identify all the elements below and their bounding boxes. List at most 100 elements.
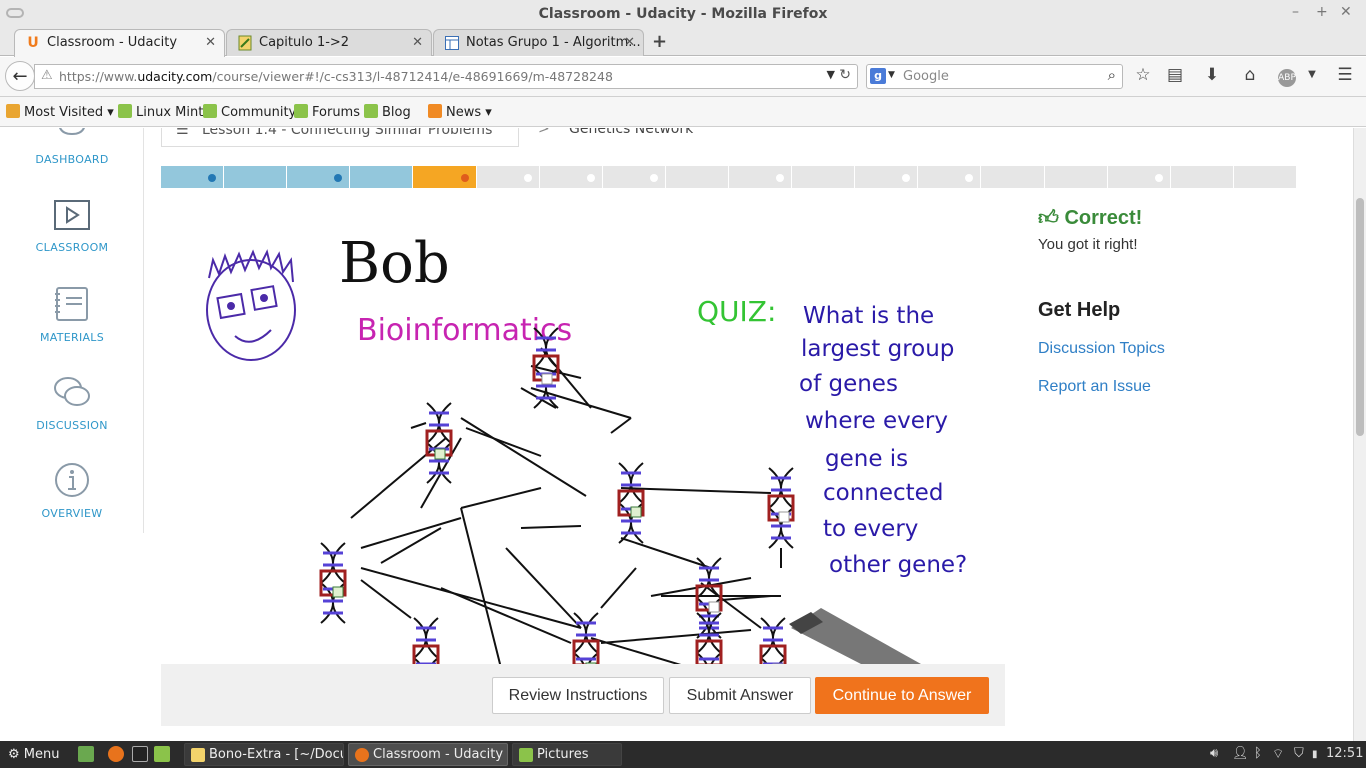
reload-icon[interactable]: ↻ (839, 67, 851, 83)
bluetooth-icon[interactable]: ᛒ (1254, 746, 1262, 761)
os-taskbar: ⚙ Menu Bono-Extra - [~/Docu... Classroom… (0, 741, 1366, 768)
hamburger-menu-icon[interactable]: ☰ (1334, 65, 1356, 85)
warning-triangle-icon[interactable]: ⚠ (41, 68, 53, 83)
files-icon[interactable] (154, 746, 170, 762)
progress-segment[interactable] (161, 166, 225, 188)
bookmark-label: Most Visited (24, 105, 104, 120)
bookmark-star-icon[interactable]: ☆ (1132, 65, 1154, 85)
minimize-button[interactable]: – (1292, 4, 1299, 20)
clock[interactable]: 12:51 (1326, 746, 1363, 761)
gene-node (695, 557, 723, 639)
nav-discussion[interactable]: DISCUSSION (0, 374, 144, 432)
shield-icon[interactable]: ⛉ (1294, 746, 1304, 761)
new-tab-button[interactable]: + (652, 31, 667, 52)
wifi-icon[interactable]: ⌔ (1272, 746, 1284, 762)
nav-materials[interactable]: MATERIALS (0, 286, 144, 344)
gene-node (767, 467, 795, 549)
quiz-question: What is the largest group of genes where… (799, 303, 967, 578)
progress-segment[interactable] (224, 166, 288, 188)
discussion-topics-link[interactable]: Discussion Topics (1038, 340, 1338, 358)
review-instructions-button[interactable]: Review Instructions (492, 677, 664, 714)
window-titlebar: Classroom - Udacity - Mozilla Firefox – … (0, 0, 1366, 28)
url-prefix: https://www. (59, 69, 138, 84)
bookmark-blog[interactable]: Blog (364, 104, 411, 120)
tab-capitulo[interactable]: Capitulo 1->2 ✕ (226, 29, 432, 56)
list-icon: ☰ (176, 128, 189, 138)
close-tab-icon[interactable]: ✕ (624, 30, 635, 55)
report-issue-link[interactable]: Report an Issue (1038, 378, 1338, 396)
continue-to-answer-button[interactable]: Continue to Answer (815, 677, 989, 714)
start-menu-button[interactable]: ⚙ Menu (8, 747, 60, 762)
download-icon[interactable]: ⬇ (1201, 65, 1223, 85)
progress-segment[interactable] (539, 166, 603, 188)
correct-heading: 👍︎ Correct! (1038, 206, 1338, 230)
scrollbar-thumb[interactable] (1356, 198, 1364, 436)
page-content: DASHBOARD CLASSROOM MATERIALS DISCUSSION… (0, 128, 1353, 741)
bookmark-label: News (446, 105, 482, 120)
progress-segment[interactable] (855, 166, 919, 188)
back-button[interactable]: ← (5, 61, 35, 91)
nav-overview[interactable]: OVERVIEW (0, 462, 144, 520)
progress-segment[interactable] (413, 166, 477, 188)
bookmarks-toolbar: Most Visited ▾ Linux Mint Community Foru… (0, 97, 1366, 127)
search-placeholder: Google (903, 69, 949, 84)
progress-segment[interactable] (1170, 166, 1234, 188)
close-tab-icon[interactable]: ✕ (205, 30, 216, 55)
taskbar-window-pictures[interactable]: Pictures (512, 743, 622, 766)
close-tab-icon[interactable]: ✕ (412, 30, 423, 55)
battery-icon[interactable]: ▮ (1312, 749, 1318, 760)
nav-label: OVERVIEW (41, 507, 103, 520)
home-icon[interactable]: ⌂ (1239, 65, 1261, 85)
progress-segment[interactable] (287, 166, 351, 188)
bookmark-forums[interactable]: Forums (294, 104, 360, 120)
firefox-icon[interactable] (108, 746, 124, 762)
video-whiteboard[interactable]: Bob Bioinformatics QUIZ: What is the lar… (161, 188, 1005, 699)
progress-segment[interactable] (918, 166, 982, 188)
tab-notas-grupo[interactable]: Notas Grupo 1 - Algoritm... ✕ (433, 29, 644, 56)
page-scrollbar[interactable] (1353, 128, 1366, 741)
bookmark-most-visited[interactable]: Most Visited ▾ (6, 104, 114, 120)
correct-message: You got it right! (1038, 236, 1138, 253)
bookmark-news[interactable]: News ▾ (428, 104, 492, 120)
progress-segment[interactable] (476, 166, 540, 188)
search-icon[interactable]: ⌕ (1108, 66, 1116, 84)
url-text[interactable]: https://www.udacity.com/course/viewer#!/… (59, 69, 613, 84)
taskbar-window-bono-extra[interactable]: Bono-Extra - [~/Docu... (184, 743, 344, 766)
maximize-button[interactable]: + (1316, 4, 1328, 20)
google-icon[interactable]: g (870, 68, 886, 84)
lesson-selector[interactable]: ☰ Lesson 1.4 - Connecting Similar Proble… (161, 128, 519, 147)
progress-segment[interactable] (1044, 166, 1108, 188)
progress-segment[interactable] (981, 166, 1045, 188)
user-icon[interactable]: 👤︎ (1232, 746, 1249, 761)
volume-icon[interactable]: 🔊︎ (1210, 746, 1218, 761)
taskbar-window-label: Pictures (537, 747, 589, 762)
terminal-icon[interactable] (132, 746, 148, 762)
answer-actions: Review Instructions Submit Answer Contin… (161, 664, 1005, 726)
search-engine-dropdown-icon[interactable]: ▼ (888, 70, 895, 80)
submit-answer-button[interactable]: Submit Answer (669, 677, 811, 714)
progress-segment[interactable] (1233, 166, 1297, 188)
taskbar-window-classroom[interactable]: Classroom - Udacity -... (348, 743, 508, 766)
nav-classroom[interactable]: CLASSROOM (0, 200, 144, 254)
lesson-title: Lesson 1.4 - Connecting Similar Problems (202, 128, 493, 138)
progress-segment[interactable] (728, 166, 793, 188)
progress-segment[interactable] (665, 166, 729, 188)
progress-segment[interactable] (1107, 166, 1171, 188)
progress-segment[interactable] (602, 166, 666, 188)
nav-dashboard[interactable]: DASHBOARD (0, 128, 144, 166)
url-dropdown-icon[interactable]: ▼ (827, 68, 835, 81)
url-bar[interactable]: ⚠ https://www.udacity.com/course/viewer#… (34, 64, 858, 89)
show-desktop-icon[interactable] (78, 746, 94, 762)
progress-segment[interactable] (792, 166, 856, 188)
bookmark-linux-mint[interactable]: Linux Mint (118, 104, 203, 120)
tab-classroom-udacity[interactable]: U Classroom - Udacity ✕ (14, 29, 225, 57)
quiz-line: connected (823, 480, 943, 506)
bookmark-community[interactable]: Community (203, 104, 296, 120)
reading-list-icon[interactable]: ▤ (1164, 65, 1186, 85)
progress-segment[interactable] (350, 166, 414, 188)
search-bar[interactable]: g ▼ Google ⌕ (866, 64, 1123, 89)
close-window-button[interactable]: ✕ (1340, 4, 1352, 20)
adblock-icon[interactable]: ABP (1278, 69, 1296, 87)
adblock-dropdown-icon[interactable]: ▼ (1301, 69, 1323, 80)
url-domain: udacity.com (137, 69, 213, 84)
